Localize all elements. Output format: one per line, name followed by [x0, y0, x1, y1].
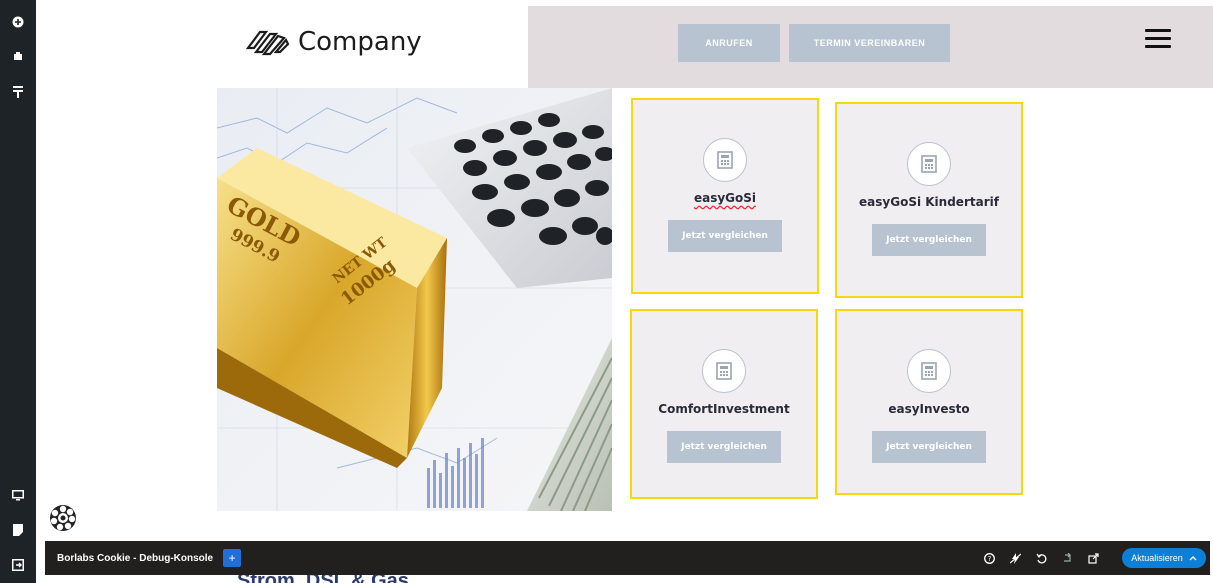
desktop-view-icon[interactable] [8, 485, 28, 505]
logo-mark-icon [246, 30, 290, 56]
update-button[interactable]: Aktualisieren [1122, 548, 1206, 568]
calculator-icon [907, 349, 951, 393]
exit-icon[interactable] [8, 555, 28, 575]
hero-image: GOLD 999.9 NET WT 1000g [217, 88, 612, 511]
product-card-comfortinvestment: ComfortInvestment Jetzt vergleichen [630, 309, 818, 499]
navigator-icon[interactable] [8, 46, 28, 66]
flash-off-icon[interactable] [1006, 549, 1024, 567]
card-title: easyGoSi [693, 191, 757, 205]
undo-icon[interactable] [1032, 549, 1050, 567]
calculator-icon [907, 142, 951, 186]
product-card-easyinvesto: easyInvesto Jetzt vergleichen [835, 309, 1023, 495]
debug-expand-button[interactable]: + [223, 549, 242, 567]
compare-button[interactable]: Jetzt vergleichen [667, 431, 781, 463]
logo-text: Company [298, 27, 422, 57]
card-title: easyGoSi Kindertarif [859, 195, 999, 209]
cookie-settings-icon[interactable] [48, 503, 78, 533]
calculator-icon [702, 349, 746, 393]
update-button-label: Aktualisieren [1131, 553, 1183, 563]
compare-button[interactable]: Jetzt vergleichen [872, 224, 986, 256]
svg-text:?: ? [987, 555, 991, 563]
company-logo[interactable]: Company [246, 26, 422, 58]
appointment-button[interactable]: TERMIN VEREINBAREN [789, 24, 950, 62]
debug-console-bar: Borlabs Cookie - Debug-Konsole + ? Aktua… [45, 541, 1210, 575]
external-link-icon[interactable] [1084, 549, 1102, 567]
menu-burger-icon[interactable] [1145, 29, 1171, 49]
help-icon[interactable]: ? [980, 549, 998, 567]
product-card-easygosi-kindertarif: easyGoSi Kindertarif Jetzt vergleichen [835, 102, 1023, 298]
call-button[interactable]: ANRUFEN [678, 24, 780, 62]
header-action-panel: ANRUFEN TERMIN VEREINBAREN [528, 6, 1213, 88]
calculator-icon [703, 138, 747, 182]
product-card-easygosi: easyGoSi Jetzt vergleichen [631, 98, 819, 294]
card-title: ComfortInvestment [658, 402, 790, 416]
compare-button[interactable]: Jetzt vergleichen [872, 431, 986, 463]
structure-icon[interactable] [8, 82, 28, 102]
chevron-up-icon [1189, 556, 1197, 561]
redo-icon[interactable] [1058, 549, 1076, 567]
editor-sidebar [0, 0, 36, 583]
add-block-icon[interactable] [8, 12, 28, 32]
compare-button[interactable]: Jetzt vergleichen [668, 220, 782, 252]
page-settings-icon[interactable] [8, 520, 28, 540]
debug-console-title: Borlabs Cookie - Debug-Konsole [57, 552, 214, 564]
card-title: easyInvesto [888, 402, 970, 416]
